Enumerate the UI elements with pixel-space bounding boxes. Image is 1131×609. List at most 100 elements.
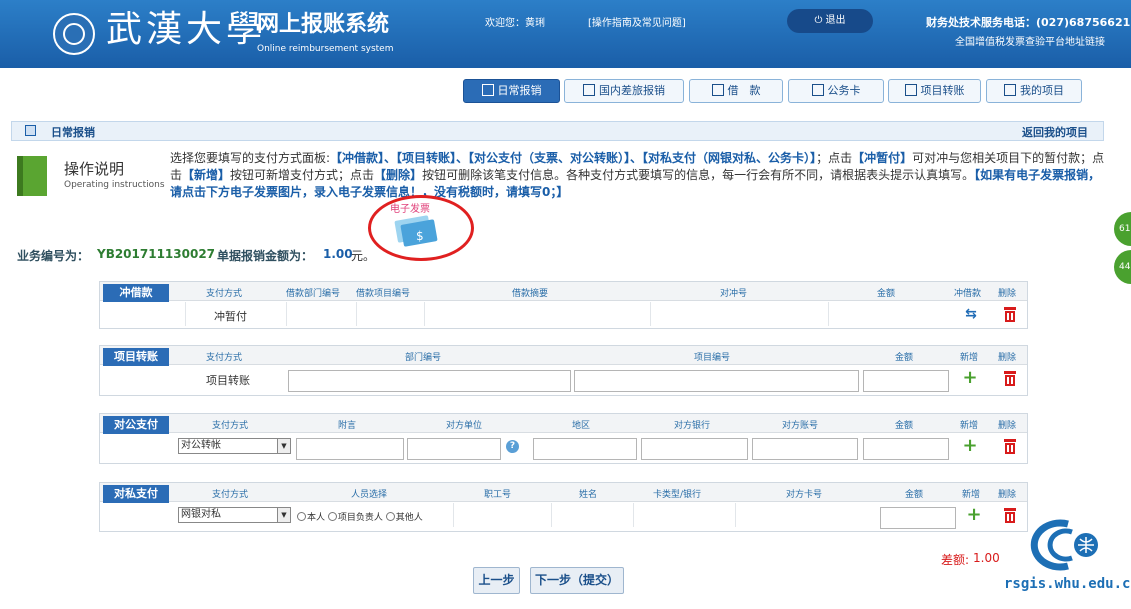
counterparty-input[interactable] — [407, 438, 501, 460]
section-name-project-transfer: 项目转账 — [103, 348, 169, 366]
university-emblem-icon — [53, 13, 95, 55]
travel-icon — [583, 84, 595, 96]
section-name-public-payment: 对公支付 — [103, 416, 169, 434]
offset-swap-icon[interactable]: ⇆ — [963, 306, 979, 322]
business-number: YB201711130027 — [97, 247, 216, 261]
col-header: 删除 — [998, 353, 1017, 363]
system-title: 网上报账系统 — [257, 12, 390, 37]
top-header: 武漢大學 网上报账系统 Online reimbursement system … — [0, 0, 1131, 68]
col-header: 人员选择 — [351, 490, 388, 500]
private-payment-panel: 对私支付 支付方式 人员选择 职工号 姓名 卡类型/银行 对方卡号 金额 新增 … — [99, 482, 1028, 532]
page-title-bar — [11, 121, 1104, 141]
offset-loan-panel: 冲借款 支付方式 借款部门编号 借款项目编号 借款摘要 对冲号 金额 冲借款 删… — [99, 281, 1028, 329]
radio-project-leader[interactable] — [327, 512, 337, 521]
col-header: 新增 — [962, 490, 981, 500]
amount-input[interactable] — [863, 370, 949, 392]
side-tab[interactable]: 44 — [1114, 250, 1131, 284]
department-number-input[interactable] — [288, 370, 571, 392]
remark-input[interactable] — [296, 438, 404, 460]
add-plus-icon[interactable]: + — [962, 437, 978, 455]
instructions-title: 操作说明 — [64, 160, 125, 178]
col-header: 支付方式 — [206, 289, 243, 299]
project-transfer-panel: 项目转账 支付方式 部门编号 项目编号 金额 新增 删除 项目转账 + — [99, 345, 1028, 396]
amount-label: 单据报销金额为： — [217, 249, 314, 263]
col-header: 金额 — [877, 289, 896, 299]
col-header: 新增 — [960, 353, 979, 363]
loan-icon — [711, 84, 724, 96]
col-header: 姓名 — [579, 490, 598, 500]
welcome-text: 欢迎您：黄琍 — [485, 18, 545, 29]
service-phone: 财务处技术服务电话：(027)68756621 — [926, 16, 1131, 29]
delete-trash-icon[interactable] — [1004, 439, 1016, 454]
col-header: 对方卡号 — [786, 490, 823, 500]
col-header: 支付方式 — [212, 421, 249, 431]
highlight-circle — [368, 195, 474, 261]
col-header: 部门编号 — [405, 353, 442, 363]
business-number-label: 业务编号为： — [17, 249, 90, 263]
col-header: 职工号 — [484, 490, 512, 500]
col-header: 删除 — [998, 289, 1017, 299]
amount-value: 1.00 — [323, 247, 353, 261]
add-plus-icon[interactable]: + — [962, 369, 978, 387]
guide-link[interactable]: [操作指南及常见问题] — [588, 14, 686, 29]
chevron-down-icon: ▼ — [277, 439, 290, 453]
radio-other[interactable] — [385, 512, 395, 521]
logout-button[interactable]: ⏻ 退出 — [787, 9, 873, 33]
col-header: 项目编号 — [694, 353, 731, 363]
method-value: 项目转账 — [206, 374, 250, 387]
amount-input[interactable] — [880, 507, 956, 529]
region-input[interactable] — [533, 438, 637, 460]
help-icon[interactable]: ? — [506, 440, 519, 453]
project-number-input[interactable] — [574, 370, 859, 392]
amount-input[interactable] — [863, 438, 949, 460]
tab-official-card[interactable]: 公务卡 — [788, 79, 884, 103]
side-tab[interactable]: 61 — [1114, 212, 1131, 246]
system-subtitle: Online reimbursement system — [257, 44, 394, 54]
col-header: 借款摘要 — [512, 289, 549, 299]
col-header: 借款项目编号 — [356, 289, 411, 299]
instructions-text: 选择您要填写的支付方式面板:【冲借款】、【项目转账】、【对公支付（支票、对公转账… — [170, 151, 1105, 199]
tab-domestic-travel[interactable]: 国内差旅报销 — [564, 79, 684, 103]
tab-loan[interactable]: 借 款 — [689, 79, 783, 103]
col-header: 对方单位 — [446, 421, 483, 431]
add-plus-icon[interactable]: + — [966, 506, 982, 524]
list-icon — [1004, 84, 1016, 96]
person-radio-group: 本人 项目负责人 其他人 — [297, 510, 423, 523]
col-header: 支付方式 — [206, 353, 243, 363]
col-header: 借款部门编号 — [286, 289, 341, 299]
invoice-check-link[interactable]: 全国增值税发票查验平台地址链接 — [955, 33, 1105, 48]
section-name-private-payment: 对私支付 — [103, 485, 169, 503]
delete-trash-icon[interactable] — [1004, 371, 1016, 386]
previous-step-button[interactable]: 上一步 — [473, 567, 520, 594]
method-value: 冲暂付 — [214, 310, 247, 323]
tab-project-transfer[interactable]: 项目转账 — [888, 79, 981, 103]
delete-trash-icon[interactable] — [1004, 508, 1016, 523]
page-title: 日常报销 — [51, 126, 95, 139]
col-header: 金额 — [895, 421, 914, 431]
col-header: 冲借款 — [954, 289, 982, 299]
difference-value: 1.00 — [973, 551, 1000, 565]
logout-label: 退出 — [825, 15, 846, 26]
tab-daily-reimbursement[interactable]: 日常报销 — [463, 79, 560, 103]
col-header: 支付方式 — [212, 490, 249, 500]
watermark-text: rsgis.whu.edu.cn — [1004, 576, 1131, 592]
document-icon — [481, 84, 494, 96]
payment-method-select[interactable]: 网银对私 ▼ — [178, 507, 291, 523]
delete-trash-icon[interactable] — [1004, 307, 1016, 322]
payment-method-select[interactable]: 对公转帐 ▼ — [178, 438, 291, 454]
form-icon — [25, 125, 36, 136]
bank-input[interactable] — [641, 438, 748, 460]
next-step-submit-button[interactable]: 下一步（提交） — [530, 567, 624, 594]
col-header: 删除 — [998, 490, 1017, 500]
back-to-projects-link[interactable]: 返回我的项目 — [1022, 124, 1088, 140]
radio-self[interactable] — [297, 512, 306, 521]
account-input[interactable] — [752, 438, 858, 460]
transfer-icon — [904, 84, 917, 96]
amount-unit: 元。 — [351, 249, 376, 263]
tab-my-projects[interactable]: 我的项目 — [986, 79, 1082, 103]
section-name-offset-loan: 冲借款 — [103, 284, 169, 302]
col-header: 卡类型/银行 — [653, 490, 702, 500]
difference-label: 差额: — [941, 553, 970, 567]
chevron-down-icon: ▼ — [277, 508, 290, 522]
col-header: 金额 — [895, 353, 914, 363]
